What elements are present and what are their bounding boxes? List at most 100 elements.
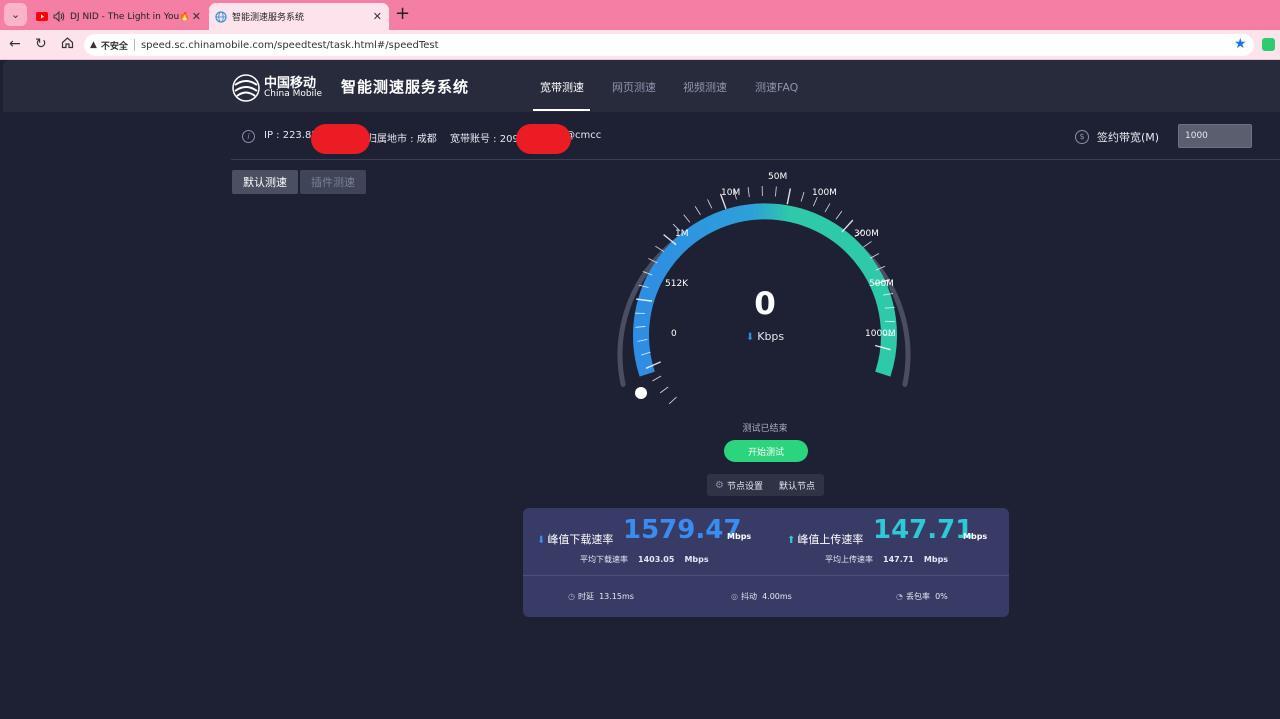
system-title: 智能测速服务系统 bbox=[341, 78, 470, 96]
scale-label-500m: 500M bbox=[869, 279, 894, 289]
latency-value: 13.15ms bbox=[599, 592, 634, 601]
jitter-icon: ◎ bbox=[731, 592, 738, 601]
ip-address: IP : 223.85 bbox=[264, 130, 318, 141]
clock-icon: ◷ bbox=[568, 592, 575, 601]
close-tab-icon[interactable]: ✕ bbox=[192, 10, 201, 23]
peak-download-value: 1579.47 bbox=[623, 515, 742, 545]
gauge-tick bbox=[659, 386, 669, 394]
nav-active-indicator bbox=[533, 109, 590, 111]
jitter: ◎ 抖动 4.00ms bbox=[731, 591, 792, 602]
info-icon: i bbox=[242, 130, 255, 143]
peak-upload-label: ⬆ 峰值上传速率 bbox=[787, 531, 863, 547]
results-panel: ⬇ 峰值下载速率 1579.47 Mbps 平均下载速率 1403.05 Mbps ⬆… bbox=[523, 508, 1009, 617]
scale-label-100m: 100M bbox=[812, 188, 837, 198]
packet-loss-value: 0% bbox=[935, 592, 948, 601]
gauge-tick bbox=[694, 206, 701, 216]
reload-icon[interactable]: ↻ bbox=[35, 36, 47, 52]
speaker-icon[interactable] bbox=[53, 11, 65, 23]
peak-upload-value: 147.71 bbox=[873, 515, 974, 545]
close-tab-icon[interactable]: ✕ bbox=[373, 10, 382, 23]
download-arrow-icon: ⬇ bbox=[745, 332, 755, 343]
gauge-tick bbox=[668, 396, 677, 404]
address-bar[interactable]: ▲ 不安全 speed.sc.chinamobile.com/speedtest… bbox=[84, 34, 1254, 56]
gauge-tick bbox=[841, 219, 854, 233]
plugin-test-button[interactable]: 插件测速 bbox=[300, 170, 366, 194]
gauge-tick bbox=[775, 186, 777, 197]
tab-search-chevron-icon[interactable]: ⌄ bbox=[4, 3, 27, 26]
latency-label: 时延 bbox=[577, 592, 594, 601]
latency: ◷ 时延 13.15ms bbox=[568, 591, 634, 602]
avg-upload-value: 147.71 bbox=[883, 555, 914, 564]
scale-label-50m: 50M bbox=[768, 172, 787, 182]
contract-bandwidth-label: 签约带宽(M) bbox=[1097, 131, 1160, 144]
gauge-tick bbox=[863, 241, 872, 248]
globe-icon bbox=[215, 10, 227, 23]
avg-upload-label: 平均上传速率 bbox=[825, 555, 873, 564]
gauge-tick bbox=[835, 210, 843, 220]
default-test-button[interactable]: 默认测速 bbox=[232, 170, 298, 194]
node-settings-icon[interactable]: ⚙ bbox=[715, 480, 724, 491]
upload-arrow-icon: ⬆ bbox=[787, 535, 796, 546]
gauge-tick bbox=[683, 214, 691, 223]
bandwidth-icon: $ bbox=[1075, 130, 1089, 144]
new-tab-button[interactable]: + bbox=[395, 4, 410, 24]
peak-download-label: ⬇ 峰值下载速率 bbox=[537, 531, 613, 547]
nav-video-test[interactable]: 视频测速 bbox=[683, 79, 727, 95]
nav-web-test[interactable]: 网页测速 bbox=[612, 79, 656, 95]
security-label[interactable]: 不安全 bbox=[101, 39, 128, 52]
jitter-value: 4.00ms bbox=[762, 592, 792, 601]
peak-download-unit: Mbps bbox=[727, 532, 752, 541]
scale-label-512k: 512K bbox=[665, 279, 689, 289]
browser-tab-speedtest[interactable]: 智能测速服务系统 ✕ bbox=[209, 3, 389, 30]
avg-download-unit: Mbps bbox=[684, 555, 709, 564]
scale-label-10m: 10M bbox=[721, 188, 740, 198]
bookmark-star-icon[interactable]: ★ bbox=[1234, 36, 1247, 52]
divider bbox=[133, 39, 135, 51]
scale-label-0: 0 bbox=[671, 329, 677, 339]
start-test-button[interactable]: 开始测试 bbox=[724, 440, 808, 462]
nav-faq[interactable]: 测速FAQ bbox=[755, 79, 798, 95]
contract-bandwidth-input[interactable] bbox=[1178, 124, 1252, 148]
gauge-needle-dot bbox=[635, 387, 647, 399]
brand-name-en: China Mobile bbox=[264, 89, 323, 99]
peak-upload-unit: Mbps bbox=[963, 532, 988, 541]
jitter-label: 抖动 bbox=[740, 592, 757, 601]
packet-loss-label: 丢包率 bbox=[905, 592, 930, 601]
back-arrow-icon[interactable]: ← bbox=[9, 36, 21, 52]
current-speed-value: 0 bbox=[754, 286, 776, 322]
tab-title: 智能测速服务系统 bbox=[232, 13, 305, 23]
avg-download: 平均下载速率 1403.05 Mbps bbox=[580, 554, 709, 565]
avg-upload: 平均上传速率 147.71 Mbps bbox=[825, 554, 948, 565]
url-text[interactable]: speed.sc.chinamobile.com/speedtest/task.… bbox=[141, 40, 439, 51]
avg-download-value: 1403.05 bbox=[638, 555, 675, 564]
gauge-tick bbox=[812, 196, 818, 207]
nav-broadband-test[interactable]: 宽带测速 bbox=[540, 79, 584, 95]
china-mobile-logo-icon bbox=[232, 74, 260, 102]
node-bar: ⚙ 节点设置 默认节点 bbox=[707, 474, 824, 496]
speed-unit-text: Kbps bbox=[757, 330, 785, 343]
youtube-icon bbox=[36, 11, 48, 23]
default-node-link[interactable]: 默认节点 bbox=[779, 479, 815, 492]
speedtest-page: 中国移动 China Mobile 智能测速服务系统 宽带测速 网页测速 视频测… bbox=[3, 60, 1280, 719]
browser-tab-youtube[interactable]: DJ NID - The Light in You🔥🤍 ✕ bbox=[30, 3, 208, 30]
pie-icon: ◔ bbox=[896, 592, 903, 601]
scale-label-300m: 300M bbox=[854, 229, 879, 239]
browser-tab-bar: ⌄ DJ NID - The Light in You🔥🤍 ✕ 智能测速服务系统… bbox=[0, 0, 1280, 30]
warning-icon[interactable]: ▲ bbox=[90, 40, 97, 50]
redaction-mark bbox=[311, 124, 370, 154]
gauge-tick bbox=[707, 199, 713, 209]
gauge-tick bbox=[824, 203, 831, 213]
gauge-tick bbox=[800, 191, 805, 202]
node-settings-link[interactable]: 节点设置 bbox=[727, 479, 763, 492]
gauge-tick bbox=[655, 245, 665, 252]
scale-label-1000m: 1000M bbox=[865, 329, 896, 339]
download-arrow-icon: ⬇ bbox=[537, 535, 546, 546]
scale-label-1m: 1M bbox=[675, 229, 689, 239]
extension-shield-icon[interactable] bbox=[1262, 38, 1275, 51]
user-info-bar: i IP : 223.85 归属地市 : 成都 宽带账号 : 209 @cmcc… bbox=[231, 124, 1280, 160]
gauge-tick bbox=[786, 188, 792, 205]
results-divider bbox=[523, 575, 1009, 576]
browser-toolbar: ← ↻ ▲ 不安全 speed.sc.chinamobile.com/speed… bbox=[0, 30, 1280, 60]
home-icon[interactable] bbox=[61, 36, 74, 53]
tab-title: DJ NID - The Light in You🔥🤍 bbox=[70, 11, 188, 22]
